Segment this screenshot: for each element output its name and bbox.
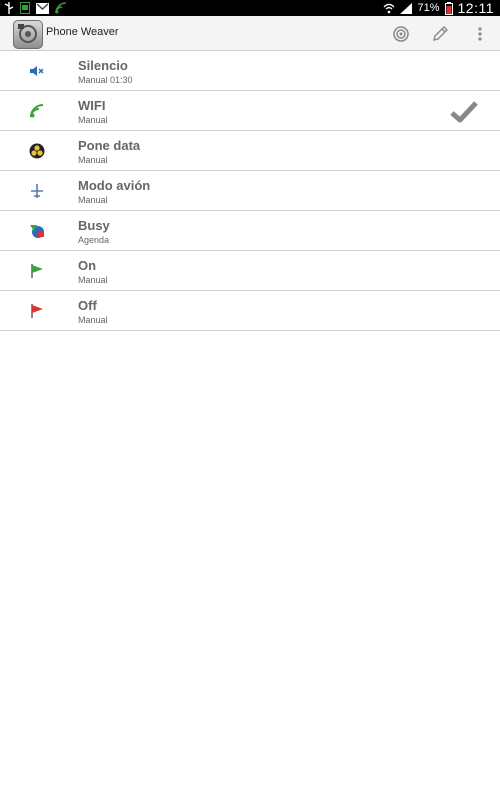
profile-mode: Agenda <box>78 235 110 245</box>
gmail-icon <box>36 2 49 14</box>
battery-percent: 71% <box>417 2 440 14</box>
profile-name: On <box>78 258 97 273</box>
profile-row-silencio[interactable]: Silencio Manual 01:30 <box>0 51 500 91</box>
profile-mode: Manual <box>78 155 108 165</box>
clock: 12:11 <box>457 0 494 16</box>
profile-mode: Manual <box>78 275 108 285</box>
screenshot-icon <box>20 2 30 14</box>
profile-row-busy[interactable]: Busy Agenda <box>0 211 500 251</box>
profile-row-off[interactable]: Off Manual <box>0 291 500 331</box>
target-button[interactable] <box>388 21 414 47</box>
profile-name: Modo avión <box>78 178 151 193</box>
app-title: Phone Weaver <box>46 26 119 38</box>
profile-name: Busy <box>78 218 110 233</box>
profile-row-modo-avion[interactable]: Modo avión Manual <box>0 171 500 211</box>
wifi-signal-icon <box>28 103 46 119</box>
pencil-icon <box>433 26 448 41</box>
profile-name: Pone data <box>78 138 141 153</box>
action-bar: Phone Weaver <box>0 16 500 51</box>
muted-speaker-icon <box>28 63 46 79</box>
red-flag-icon <box>28 303 46 319</box>
profile-mode: Manual <box>78 315 108 325</box>
status-system-info: 71% 12:11 <box>383 0 494 16</box>
mobile-data-icon <box>28 143 46 159</box>
profile-mode: Manual <box>78 115 108 125</box>
phone-weaver-logo-icon <box>18 24 37 43</box>
calendar-agenda-icon <box>28 223 46 239</box>
wifi-notification-icon <box>55 2 67 14</box>
profile-name: WIFI <box>78 98 106 113</box>
profile-row-pone-data[interactable]: Pone data Manual <box>0 131 500 171</box>
wifi-status-icon <box>384 3 395 13</box>
profile-row-wifi[interactable]: WIFI Manual <box>0 91 500 131</box>
airplane-icon <box>28 183 46 199</box>
profile-list: Silencio Manual 01:30 WIFI Manual Pone d… <box>0 51 500 331</box>
signal-icon <box>400 2 413 14</box>
profile-name: Off <box>78 298 97 313</box>
status-notifications <box>4 1 67 15</box>
profile-mode: Manual <box>78 195 108 205</box>
profile-name: Silencio <box>78 58 128 73</box>
target-icon <box>393 26 409 42</box>
profile-mode: Manual 01:30 <box>78 75 133 85</box>
edit-button[interactable] <box>427 21 453 47</box>
battery-icon <box>444 1 453 15</box>
app-logo[interactable] <box>13 20 43 49</box>
profile-row-on[interactable]: On Manual <box>0 251 500 291</box>
usb-icon <box>4 2 14 14</box>
active-check-icon <box>449 100 479 124</box>
status-bar: 71% 12:11 <box>0 0 500 16</box>
overflow-menu-button[interactable] <box>467 21 493 47</box>
more-vert-icon <box>478 27 482 41</box>
green-flag-icon <box>28 263 46 279</box>
